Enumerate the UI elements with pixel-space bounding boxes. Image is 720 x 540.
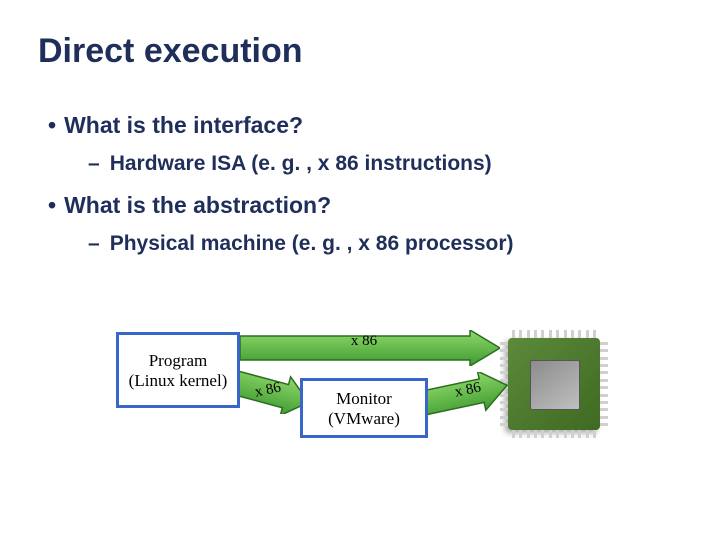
program-box: Program (Linux kernel): [116, 332, 240, 408]
bullet-abstraction-a: –Physical machine (e. g. , x 86 processo…: [88, 232, 514, 256]
bullet-interface-q: •What is the interface?: [48, 112, 303, 139]
program-line1: Program: [119, 351, 237, 371]
bullet-dot-icon: •: [48, 192, 64, 218]
dash-icon: –: [88, 232, 110, 255]
program-line2: (Linux kernel): [119, 371, 237, 391]
monitor-box: Monitor (VMware): [300, 378, 428, 438]
bullet-text: Physical machine (e. g. , x 86 processor…: [110, 232, 514, 255]
bullet-abstraction-q: •What is the abstraction?: [48, 192, 331, 219]
monitor-line1: Monitor: [303, 389, 425, 409]
bullet-text: Hardware ISA (e. g. , x 86 instructions): [110, 152, 492, 175]
bullet-text: What is the abstraction?: [64, 192, 331, 218]
processor-chip-icon: [500, 330, 608, 438]
bullet-dot-icon: •: [48, 112, 64, 138]
arrow-top-label: x 86: [344, 333, 384, 350]
monitor-line2: (VMware): [303, 409, 425, 429]
slide-title: Direct execution: [38, 32, 303, 71]
slide: Direct execution •What is the interface?…: [0, 0, 720, 540]
dash-icon: –: [88, 152, 110, 175]
bullet-interface-a: –Hardware ISA (e. g. , x 86 instructions…: [88, 152, 492, 176]
bullet-text: What is the interface?: [64, 112, 303, 138]
